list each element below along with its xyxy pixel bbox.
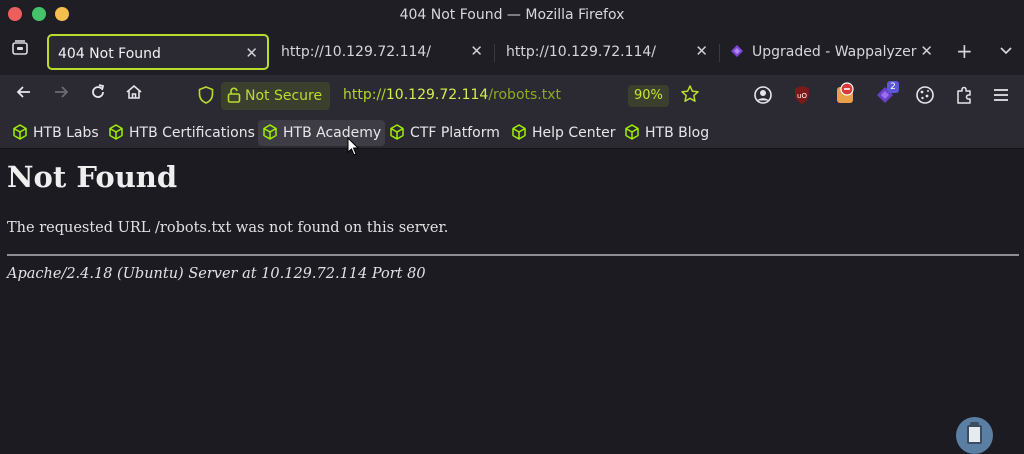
tab-close-icon[interactable]: ✕ [470, 42, 483, 60]
svg-text:uO: uO [797, 92, 807, 100]
tab-http-10-129-72-114-a[interactable]: http://10.129.72.114/ ✕ [272, 34, 492, 70]
tab-http-10-129-72-114-b[interactable]: http://10.129.72.114/ ✕ [497, 34, 717, 70]
tab-overview-icon[interactable] [8, 39, 32, 63]
navigation-toolbar: Not Secure http://10.129.72.114/robots.t… [0, 75, 1024, 117]
puzzle-extensions-icon[interactable] [953, 84, 977, 108]
htb-cube-icon [12, 124, 33, 141]
error-message: The requested URL /robots.txt was not fo… [7, 220, 449, 236]
page-content: Not Found The requested URL /robots.txt … [0, 150, 1024, 454]
list-all-tabs-button[interactable] [994, 40, 1018, 64]
url-host: 10.129.72.114 [385, 87, 489, 103]
url-text[interactable]: http://10.129.72.114/robots.txt [343, 87, 561, 103]
back-arrow-icon[interactable] [12, 83, 36, 107]
url-bar[interactable]: Not Secure http://10.129.72.114/robots.t… [190, 80, 720, 112]
wappalyzer-icon [730, 44, 744, 58]
bookmark-label: Help Center [532, 125, 616, 141]
htb-cube-icon [511, 124, 532, 141]
account-icon[interactable] [752, 84, 776, 108]
security-label: Not Secure [245, 88, 323, 104]
wappalyzer-icon[interactable]: 2 [874, 81, 899, 105]
bookmark-htb-academy[interactable]: HTB Academy [258, 120, 386, 146]
bookmark-label: HTB Labs [33, 125, 99, 141]
tab-label: 404 Not Found [58, 46, 161, 62]
reload-icon[interactable] [86, 83, 110, 107]
zoom-level-button[interactable]: 90% [628, 85, 669, 107]
clipboard-clip [970, 422, 979, 427]
bookmark-label: HTB Academy [283, 125, 382, 141]
bookmark-label: HTB Certifications [129, 125, 255, 141]
bookmark-label: HTB Blog [645, 125, 710, 141]
tab-close-icon[interactable]: ✕ [245, 44, 258, 62]
clipboard-button[interactable] [956, 417, 993, 454]
window-titlebar: 404 Not Found — Mozilla Firefox [0, 0, 1024, 30]
window-title: 404 Not Found — Mozilla Firefox [399, 7, 625, 23]
extension-alert-icon[interactable] [834, 81, 858, 105]
url-path: /robots.txt [488, 87, 562, 103]
server-signature: Apache/2.4.18 (Ubuntu) Server at 10.129.… [7, 266, 426, 282]
htb-cube-icon [262, 124, 283, 141]
page-heading: Not Found [7, 160, 178, 194]
star-icon[interactable] [680, 84, 700, 108]
htb-cube-icon [108, 124, 129, 141]
tab-close-icon[interactable]: ✕ [695, 42, 708, 60]
bookmarks-toolbar: HTB Labs HTB Certifications HTB Academy … [0, 117, 1024, 149]
cookie-icon[interactable] [914, 84, 938, 108]
clipboard-icon [967, 425, 982, 444]
unlocked-padlock-icon [227, 87, 245, 104]
extension-badge: 2 [890, 82, 896, 92]
htb-cube-icon [624, 124, 645, 141]
tab-close-icon[interactable]: ✕ [920, 42, 933, 60]
htb-cube-icon [389, 124, 410, 141]
tab-label: http://10.129.72.114/ [506, 44, 657, 60]
divider [7, 254, 1019, 256]
forward-arrow-icon[interactable] [49, 83, 73, 107]
url-scheme: http:// [343, 87, 386, 103]
tab-label: Upgraded - Wappalyzer [752, 44, 917, 60]
new-tab-button[interactable]: + [956, 39, 973, 63]
tab-bar: 404 Not Found ✕ http://10.129.72.114/ ✕ … [0, 30, 1024, 75]
bookmark-ctf-platform[interactable]: CTF Platform [385, 120, 504, 146]
tab-divider [719, 44, 720, 62]
bookmark-htb-blog[interactable]: HTB Blog [620, 120, 713, 146]
tab-divider [494, 44, 495, 62]
home-icon[interactable] [122, 83, 146, 107]
tab-404-not-found[interactable]: 404 Not Found ✕ [47, 34, 269, 70]
bookmark-htb-labs[interactable]: HTB Labs [8, 120, 103, 146]
bookmark-label: CTF Platform [410, 125, 500, 141]
tracking-shield-icon[interactable] [198, 86, 214, 108]
not-secure-indicator[interactable]: Not Secure [221, 82, 331, 110]
bookmark-help-center[interactable]: Help Center [507, 120, 620, 146]
tab-label: http://10.129.72.114/ [281, 44, 432, 60]
mouse-cursor-icon [347, 136, 360, 161]
hamburger-menu-icon[interactable] [990, 84, 1014, 108]
ublock-origin-icon[interactable]: uO [791, 84, 815, 108]
tab-upgraded-wappalyzer[interactable]: Upgraded - Wappalyzer ✕ [722, 34, 942, 70]
bookmark-htb-certifications[interactable]: HTB Certifications [104, 120, 259, 146]
